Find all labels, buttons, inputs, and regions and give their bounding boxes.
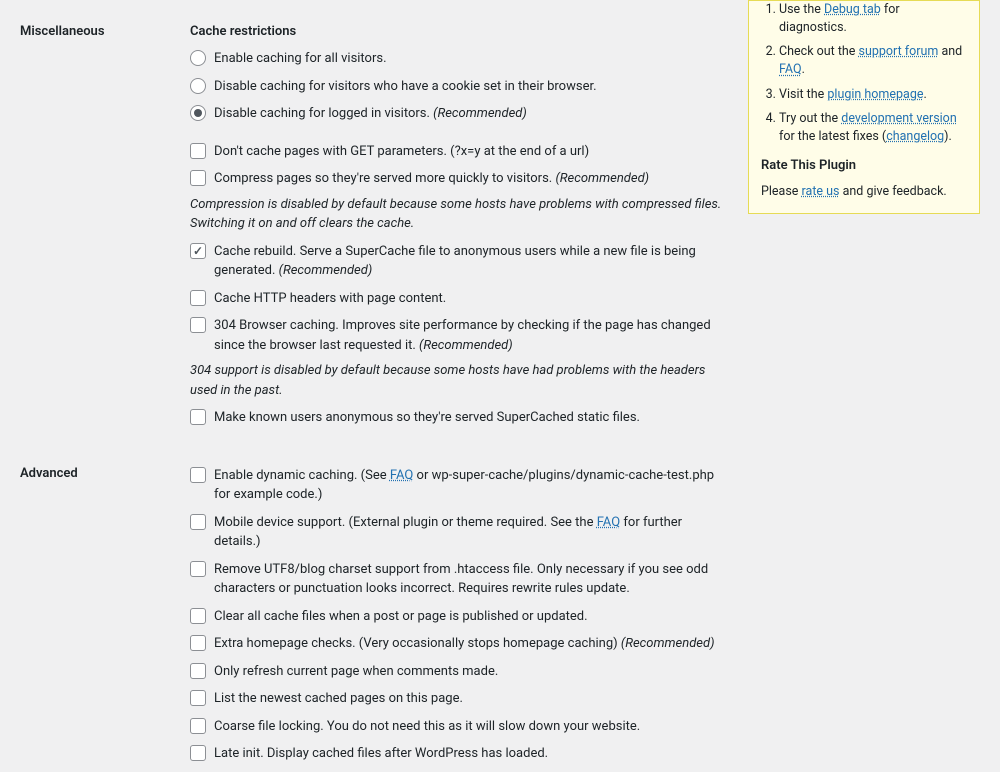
rate-plugin-heading: Rate This Plugin	[761, 158, 967, 173]
section-body-miscellaneous: Cache restrictions Enable caching for al…	[190, 24, 725, 436]
chk-cache-http-headers[interactable]: Cache HTTP headers with page content.	[190, 289, 725, 309]
radio-icon[interactable]	[190, 78, 206, 94]
chk-list-newest-pages[interactable]: List the newest cached pages on this pag…	[190, 689, 725, 709]
checkbox-icon[interactable]	[190, 514, 206, 530]
chk-dynamic-caching[interactable]: Enable dynamic caching. (See FAQ or wp-s…	[190, 466, 725, 505]
radio-icon[interactable]	[190, 50, 206, 66]
chk-extra-homepage-checks[interactable]: Extra homepage checks. (Very occasionall…	[190, 634, 725, 654]
link-plugin-homepage[interactable]: plugin homepage	[827, 87, 923, 102]
chk-coarse-file-locking[interactable]: Coarse file locking. You do not need thi…	[190, 717, 725, 737]
rate-plugin-text: Please rate us and give feedback.	[761, 183, 967, 201]
checkbox-icon[interactable]	[190, 143, 206, 159]
radio-enable-caching-all[interactable]: Enable caching for all visitors.	[190, 49, 725, 69]
link-faq[interactable]: FAQ	[390, 468, 413, 483]
radio-disable-caching-logged-in[interactable]: Disable caching for logged in visitors. …	[190, 104, 725, 124]
sidebar-help-box: Use the Debug tab for diagnostics. Check…	[748, 0, 980, 214]
link-rate-us[interactable]: rate us	[802, 184, 840, 199]
section-label-advanced: Advanced	[20, 466, 190, 772]
recommended-label: (Recommended)	[621, 636, 715, 651]
section-advanced: Advanced Enable dynamic caching. (See FA…	[20, 456, 725, 772]
link-faq[interactable]: FAQ	[597, 515, 620, 530]
checkbox-icon[interactable]	[190, 608, 206, 624]
checkbox-icon[interactable]	[190, 718, 206, 734]
radio-disable-caching-cookie[interactable]: Disable caching for visitors who have a …	[190, 77, 725, 97]
note-compression: Compression is disabled by default becau…	[190, 195, 725, 234]
recommended-label: (Recommended)	[555, 171, 649, 186]
radio-icon[interactable]	[190, 105, 206, 121]
recommended-label: (Recommended)	[279, 263, 373, 278]
checkbox-icon[interactable]	[190, 745, 206, 761]
link-faq[interactable]: FAQ	[779, 62, 802, 77]
chk-clear-cache-on-publish[interactable]: Clear all cache files when a post or pag…	[190, 607, 725, 627]
checkbox-icon[interactable]	[190, 290, 206, 306]
section-label-miscellaneous: Miscellaneous	[20, 24, 190, 436]
tip-dev-version: Try out the development version for the …	[779, 110, 967, 146]
chk-compress-pages[interactable]: Compress pages so they're served more qu…	[190, 169, 725, 189]
checkbox-icon[interactable]	[190, 317, 206, 333]
note-304: 304 support is disabled by default becau…	[190, 361, 725, 400]
link-changelog[interactable]: changelog	[886, 129, 944, 144]
section-body-advanced: Enable dynamic caching. (See FAQ or wp-s…	[190, 466, 725, 772]
chk-late-init[interactable]: Late init. Display cached files after Wo…	[190, 744, 725, 764]
checkbox-icon[interactable]	[190, 243, 206, 259]
chk-remove-utf8[interactable]: Remove UTF8/blog charset support from .h…	[190, 560, 725, 599]
recommended-label: (Recommended)	[433, 106, 527, 121]
sidebar-tips-list: Use the Debug tab for diagnostics. Check…	[761, 1, 967, 146]
tip-homepage: Visit the plugin homepage.	[779, 86, 967, 104]
section-miscellaneous: Miscellaneous Cache restrictions Enable …	[20, 0, 725, 436]
link-development-version[interactable]: development version	[841, 111, 956, 126]
tip-support: Check out the support forum and FAQ.	[779, 43, 967, 79]
chk-cache-rebuild[interactable]: Cache rebuild. Serve a SuperCache file t…	[190, 242, 725, 281]
link-debug-tab[interactable]: Debug tab	[824, 2, 881, 17]
checkbox-icon[interactable]	[190, 690, 206, 706]
checkbox-icon[interactable]	[190, 635, 206, 651]
chk-304-browser-caching[interactable]: 304 Browser caching. Improves site perfo…	[190, 316, 725, 355]
recommended-label: (Recommended)	[419, 338, 513, 353]
cache-restrictions-title: Cache restrictions	[190, 24, 725, 39]
tip-debug: Use the Debug tab for diagnostics.	[779, 1, 967, 37]
checkbox-icon[interactable]	[190, 467, 206, 483]
chk-dont-cache-get[interactable]: Don't cache pages with GET parameters. (…	[190, 142, 725, 162]
chk-only-refresh-current[interactable]: Only refresh current page when comments …	[190, 662, 725, 682]
chk-mobile-support[interactable]: Mobile device support. (External plugin …	[190, 513, 725, 552]
checkbox-icon[interactable]	[190, 561, 206, 577]
checkbox-icon[interactable]	[190, 170, 206, 186]
checkbox-icon[interactable]	[190, 409, 206, 425]
checkbox-icon[interactable]	[190, 663, 206, 679]
chk-known-users-anonymous[interactable]: Make known users anonymous so they're se…	[190, 408, 725, 428]
link-support-forum[interactable]: support forum	[859, 44, 939, 59]
